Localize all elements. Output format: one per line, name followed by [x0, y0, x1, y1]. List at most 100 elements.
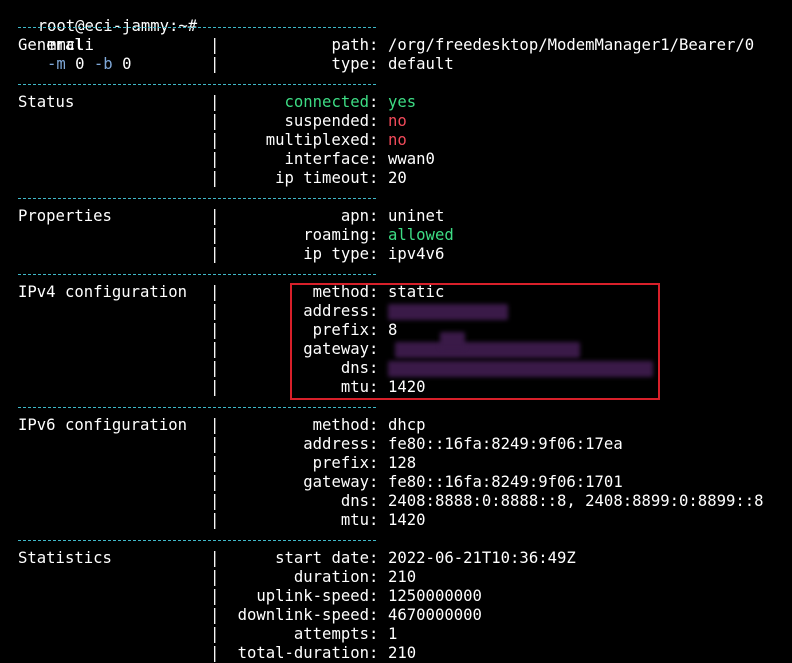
command-arg: 0 — [65, 55, 85, 73]
section-label-statistics: Statistics — [18, 549, 112, 567]
section-separator — [18, 274, 376, 275]
field-value: allowed — [388, 226, 454, 244]
field-key: attempts — [293, 625, 369, 643]
field-colon: : — [369, 169, 379, 187]
field-key: connected — [284, 93, 370, 111]
shell-prompt: root@eci-jammy:~# — [37, 17, 198, 35]
section-label-properties: Properties — [18, 207, 112, 225]
column-divider: | — [210, 549, 220, 567]
field-key: address — [303, 435, 369, 453]
field-key: ip type — [303, 245, 369, 263]
field-key: type — [331, 55, 369, 73]
field-key: ip timeout — [275, 169, 369, 187]
field-key: total-duration — [237, 644, 369, 662]
field-colon: : — [369, 245, 379, 263]
field-value: /org/freedesktop/ModemManager1/Bearer/0 — [388, 36, 755, 54]
field-key: prefix — [312, 454, 369, 472]
ipv4-highlight-box — [290, 283, 660, 400]
field-colon: : — [369, 511, 379, 529]
field-colon: : — [369, 454, 379, 472]
field-value: 128 — [388, 454, 417, 472]
column-divider: | — [210, 644, 220, 662]
field-key: path — [331, 36, 369, 54]
section-separator — [18, 540, 376, 541]
section-separator — [18, 84, 376, 85]
column-divider: | — [210, 492, 220, 510]
field-value: 4670000000 — [388, 606, 482, 624]
field-colon: : — [369, 492, 379, 510]
column-divider: | — [210, 321, 220, 339]
field-colon: : — [369, 644, 379, 662]
command-arg: 0 — [112, 55, 132, 73]
field-colon: : — [369, 625, 379, 643]
field-key: dns — [340, 492, 369, 510]
column-divider: | — [210, 587, 220, 605]
column-divider: | — [210, 150, 220, 168]
column-divider: | — [210, 36, 220, 54]
field-value: 20 — [388, 169, 407, 187]
field-value: wwan0 — [388, 150, 435, 168]
column-divider: | — [210, 511, 220, 529]
field-key: suspended — [284, 112, 370, 130]
field-value: 1250000000 — [388, 587, 482, 605]
field-key: mtu — [340, 511, 369, 529]
field-key: multiplexed — [265, 131, 369, 149]
field-value: 1420 — [388, 511, 426, 529]
field-colon: : — [369, 473, 379, 491]
column-divider: | — [210, 55, 220, 73]
field-colon: : — [369, 606, 379, 624]
command-flag: -m — [37, 55, 66, 73]
field-key: uplink-speed — [256, 587, 369, 605]
column-divider: | — [210, 435, 220, 453]
column-divider: | — [210, 606, 220, 624]
section-label-status: Status — [18, 93, 75, 111]
column-divider: | — [210, 302, 220, 320]
section-separator — [18, 198, 376, 199]
field-value: fe80::16fa:8249:9f06:17ea — [388, 435, 623, 453]
field-colon: : — [369, 207, 379, 225]
field-value: 2022-06-21T10:36:49Z — [388, 549, 576, 567]
field-value: fe80::16fa:8249:9f06:1701 — [388, 473, 623, 491]
field-value: default — [388, 55, 454, 73]
section-separator — [18, 27, 376, 28]
field-value: dhcp — [388, 416, 426, 434]
field-value: 210 — [388, 644, 417, 662]
field-value: uninet — [388, 207, 445, 225]
column-divider: | — [210, 378, 220, 396]
column-divider: | — [210, 416, 220, 434]
field-value: 210 — [388, 568, 417, 586]
column-divider: | — [210, 454, 220, 472]
field-colon: : — [369, 587, 379, 605]
command-flag: -b — [84, 55, 113, 73]
column-divider: | — [210, 625, 220, 643]
column-divider: | — [210, 340, 220, 358]
command-args: -m 0 -b 0 — [38, 55, 132, 73]
field-value: yes — [388, 93, 417, 111]
section-label-ipv4: IPv4 configuration — [18, 283, 187, 301]
field-key: apn — [340, 207, 369, 225]
field-colon: : — [369, 150, 379, 168]
command-line: root@eci-jammy:~# mmcli -m 0 -b 0 — [0, 0, 198, 73]
section-label-ipv6: IPv6 configuration — [18, 416, 187, 434]
field-key: duration — [293, 568, 369, 586]
field-colon: : — [369, 36, 379, 54]
field-colon: : — [369, 226, 379, 244]
column-divider: | — [210, 568, 220, 586]
section-label-general: General — [18, 36, 84, 54]
column-divider: | — [210, 473, 220, 491]
field-colon: : — [369, 416, 379, 434]
terminal-window[interactable]: root@eci-jammy:~# mmcli -m 0 -b 0 Genera… — [0, 0, 792, 662]
field-colon: : — [369, 55, 379, 73]
column-divider: | — [210, 283, 220, 301]
field-value: no — [388, 131, 407, 149]
field-colon: : — [369, 93, 379, 111]
section-separator — [18, 407, 376, 408]
column-divider: | — [210, 93, 220, 111]
column-divider: | — [210, 207, 220, 225]
field-value: no — [388, 112, 407, 130]
field-colon: : — [369, 568, 379, 586]
field-colon: : — [369, 112, 379, 130]
field-key: roaming — [303, 226, 369, 244]
column-divider: | — [210, 226, 220, 244]
column-divider: | — [210, 169, 220, 187]
